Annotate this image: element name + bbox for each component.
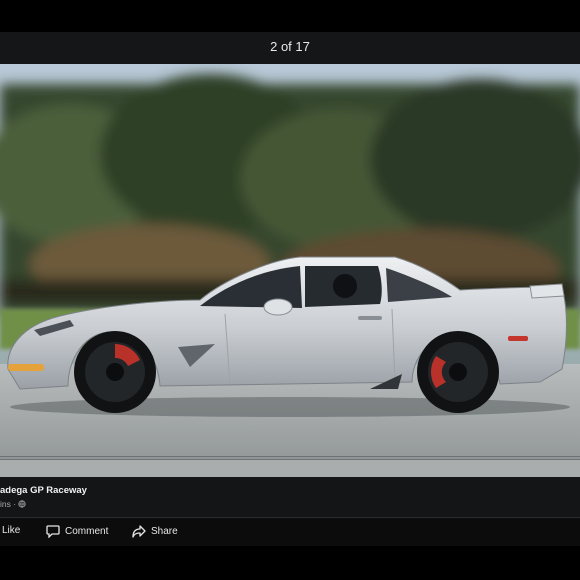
like-label: Like (2, 525, 21, 536)
post-meta: ins · (0, 499, 26, 509)
share-label: Share (151, 526, 178, 537)
action-bar: Like Comment Share (0, 518, 580, 546)
front-wheel (74, 331, 156, 413)
globe-icon (18, 500, 26, 508)
comment-icon (46, 525, 60, 538)
car-photo-image (0, 64, 580, 477)
rear-wheel (417, 331, 499, 413)
top-black-bar (0, 0, 580, 32)
comment-label: Comment (65, 526, 109, 537)
share-icon (132, 525, 146, 538)
photo-counter: 2 of 17 (270, 39, 310, 54)
post-photo[interactable] (0, 64, 580, 477)
like-button[interactable]: Like (2, 525, 20, 536)
post-time: ins · (0, 499, 17, 509)
post-caption: adega GP Raceway ins · (0, 477, 580, 517)
bottom-black-bar (0, 546, 580, 580)
photo-viewer-header: 2 of 17 (0, 32, 580, 64)
location-name[interactable]: adega GP Raceway (0, 485, 87, 496)
comment-button[interactable]: Comment (46, 525, 108, 538)
share-button[interactable]: Share (132, 525, 178, 538)
